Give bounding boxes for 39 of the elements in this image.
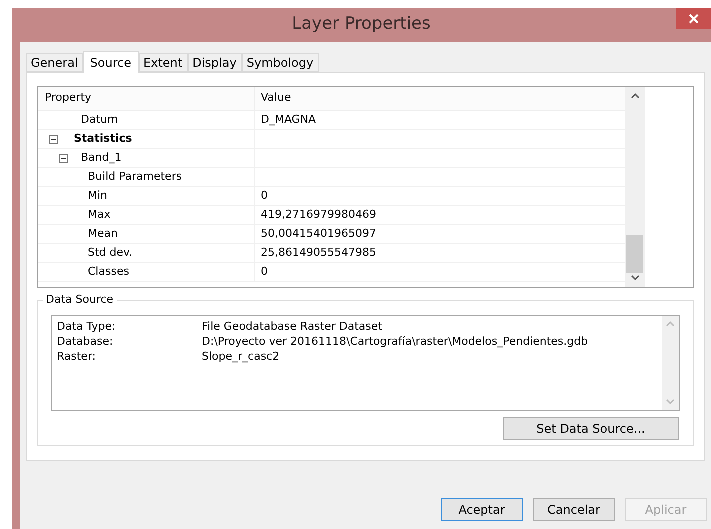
set-data-source-button[interactable]: Set Data Source... [503, 417, 679, 440]
field-value: Slope_r_casc2 [202, 349, 280, 364]
collapse-icon[interactable] [49, 134, 58, 144]
property-name: Max [88, 206, 111, 223]
tab[interactable]: Symbology [242, 53, 319, 72]
scroll-thumb[interactable] [626, 235, 643, 273]
tab[interactable]: Extent [138, 53, 188, 72]
field-value: File Geodatabase Raster Dataset [202, 319, 382, 334]
tab[interactable]: Display [188, 53, 242, 72]
field-label: Database: [57, 334, 114, 349]
property-value: D_MAGNA [261, 112, 316, 128]
scrollbar[interactable] [625, 87, 645, 287]
property-value: 0 [261, 188, 268, 204]
collapse-icon[interactable] [59, 154, 68, 162]
dialog-button[interactable]: Cancelar [533, 498, 615, 521]
tab[interactable]: Source [83, 51, 139, 73]
property-name: Datum [81, 112, 118, 128]
close-icon [688, 14, 698, 24]
property-name: Mean [88, 226, 118, 242]
window-title: Layer Properties [292, 13, 431, 36]
property-value: 25,86149055547985 [261, 244, 376, 261]
category-label: Statistics [74, 130, 132, 147]
column-header: Property [44, 90, 93, 106]
field-value: D:\Proyecto ver 20161118\Cartografía\raster\Modelos_Pendientes.gdb [202, 334, 588, 349]
property-value: 419,2716979980469 [261, 206, 376, 223]
property-name: Std dev. [88, 244, 133, 261]
property-name: Classes [88, 264, 130, 280]
scroll-up-icon[interactable] [630, 93, 640, 99]
scroll-down-icon[interactable] [630, 275, 640, 281]
tab[interactable]: General [26, 53, 84, 72]
field-label: Raster: [57, 349, 97, 364]
property-name: Build Parameters [88, 168, 182, 185]
dialog-button[interactable]: Aceptar [441, 498, 523, 521]
property-name: Min [88, 188, 108, 204]
property-value: 0 [261, 264, 268, 280]
category-label: Band_1 [81, 150, 122, 166]
close-button[interactable] [676, 8, 711, 29]
field-label: Data Type: [57, 319, 117, 334]
property-value: 50,00415401965097 [261, 226, 376, 242]
